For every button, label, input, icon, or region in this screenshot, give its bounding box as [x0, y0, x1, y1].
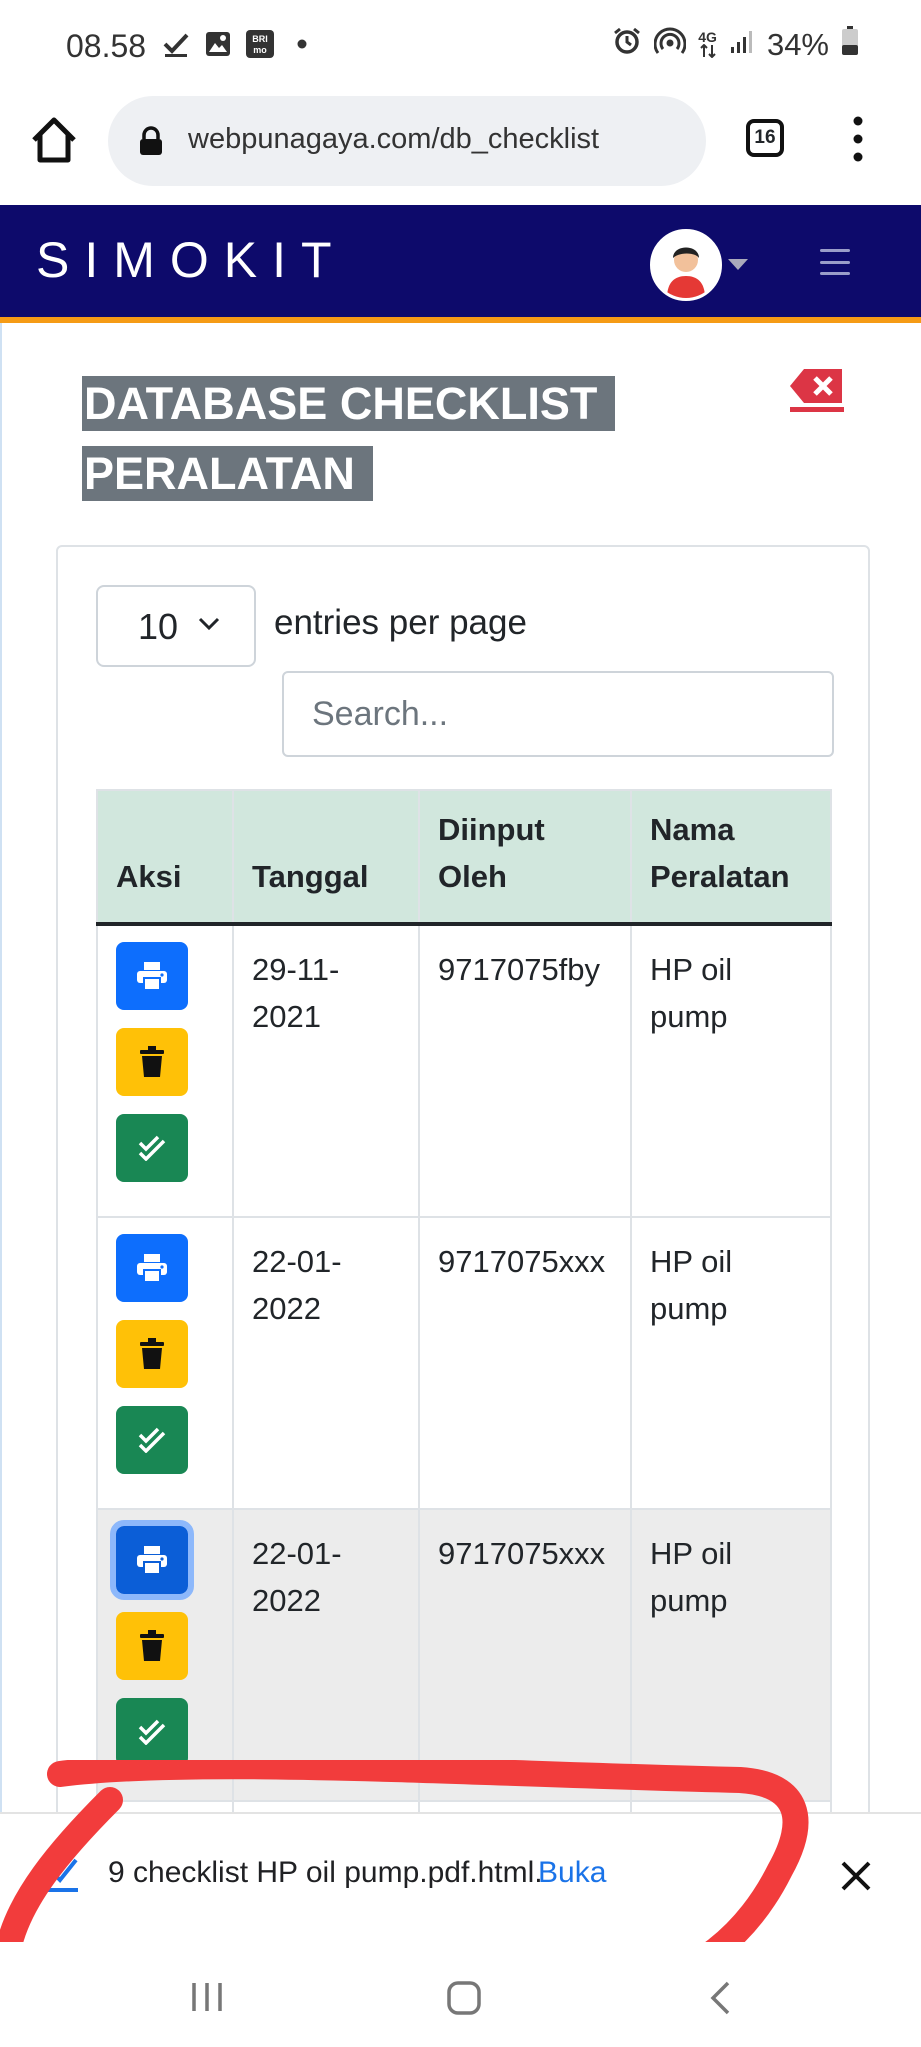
delete-button[interactable]	[116, 1320, 188, 1388]
image-icon	[204, 30, 232, 58]
table-card: 10 entries per page Aksi Tanggal Diinput…	[56, 545, 870, 1845]
hamburger-menu-icon[interactable]	[820, 249, 850, 275]
svg-text:BRI: BRI	[252, 34, 268, 44]
delete-button[interactable]	[116, 1612, 188, 1680]
action-cell	[96, 1216, 234, 1510]
column-header-aksi[interactable]: Aksi	[96, 789, 234, 926]
svg-text:mo: mo	[253, 45, 267, 55]
cell-diinput-oleh: 9717075fby	[418, 923, 632, 1218]
table-header-row: Aksi Tanggal Diinput Oleh Nama Peralatan	[96, 789, 832, 926]
avatar[interactable]	[650, 229, 722, 301]
network-type: 4G	[698, 29, 717, 45]
cell-diinput-oleh: 9717075xxx	[418, 1508, 632, 1802]
lock-icon	[138, 126, 164, 156]
cell-tanggal: 22-01-2022	[232, 1216, 420, 1510]
cell-nama-peralatan: HP oil pump	[630, 1216, 832, 1510]
column-header-nama-peralatan[interactable]: Nama Peralatan	[630, 789, 832, 926]
app-navbar: SIMOKIT	[0, 205, 921, 323]
print-button[interactable]	[116, 942, 188, 1010]
address-bar[interactable]: webpunagaya.com/db_checklist	[108, 96, 706, 186]
action-cell	[96, 923, 234, 1218]
backspace-icon[interactable]	[788, 367, 846, 413]
cell-tanggal: 29-11-2021	[232, 923, 420, 1218]
search-input[interactable]	[282, 671, 834, 757]
print-button[interactable]	[116, 1234, 188, 1302]
delete-button[interactable]	[116, 1028, 188, 1096]
brimo-icon: BRI mo	[246, 30, 274, 58]
page-title-line1: DATABASE CHECKLIST	[82, 376, 616, 431]
double-check-icon	[138, 1135, 166, 1161]
table-row: 22-01-2022 9717075xxx HP oil pump	[96, 1508, 832, 1802]
notification-icons: BRI mo	[162, 30, 316, 58]
print-icon	[137, 962, 167, 991]
verify-button[interactable]	[116, 1114, 188, 1182]
entries-label: entries per page	[274, 603, 527, 642]
tab-switcher-button[interactable]: 16	[746, 119, 784, 157]
table-row: 29-11-2021 9717075fby HP oil pump	[96, 923, 832, 1218]
trash-icon	[140, 1630, 164, 1661]
column-header-tanggal[interactable]: Tanggal	[232, 789, 420, 926]
close-icon[interactable]	[840, 1860, 872, 1892]
battery-icon	[841, 26, 859, 64]
open-download-link[interactable]: Buka	[538, 1856, 606, 1890]
check-icon	[162, 30, 190, 58]
more-menu-icon[interactable]	[848, 116, 868, 162]
recent-apps-icon[interactable]	[190, 1980, 224, 2014]
chevron-down-icon[interactable]	[728, 259, 748, 270]
cell-tanggal: 22-01-2022	[232, 1508, 420, 1802]
cell-nama-peralatan: HP oil pump	[630, 923, 832, 1218]
chevron-down-icon	[198, 617, 220, 631]
dot-icon	[288, 30, 316, 58]
verify-button[interactable]	[116, 1406, 188, 1474]
print-icon	[137, 1254, 167, 1283]
column-header-diinput-oleh[interactable]: Diinput Oleh	[418, 789, 632, 926]
home-nav-icon[interactable]	[446, 1980, 482, 2016]
print-icon	[137, 1546, 167, 1575]
browser-toolbar: webpunagaya.com/db_checklist 16	[0, 92, 921, 204]
status-right: 4G 34%	[612, 26, 859, 64]
cell-nama-peralatan: HP oil pump	[630, 1508, 832, 1802]
alarm-icon	[612, 26, 642, 64]
4g-icon: 4G	[698, 30, 717, 60]
download-icon	[46, 1854, 80, 1894]
main-content: DATABASE CHECKLIST PERALATAN 10 entries …	[0, 323, 921, 1845]
system-nav-bar	[0, 1942, 921, 2047]
trash-icon	[140, 1338, 164, 1369]
back-icon[interactable]	[708, 1980, 732, 2016]
status-time: 08.58	[66, 28, 147, 64]
download-filename: 9 checklist HP oil pump.pdf.html.	[108, 1856, 543, 1889]
page-title-line2: PERALATAN	[82, 446, 373, 501]
checklist-table: Aksi Tanggal Diinput Oleh Nama Peralatan	[96, 789, 832, 1843]
brand-logo[interactable]: SIMOKIT	[36, 231, 347, 289]
battery-percent: 34%	[766, 27, 829, 62]
print-button[interactable]	[110, 1520, 194, 1600]
home-icon[interactable]	[28, 114, 80, 166]
status-bar: 08.58 BRI mo 4G 34%	[0, 0, 921, 92]
verify-button[interactable]	[116, 1698, 188, 1766]
double-check-icon	[138, 1719, 166, 1745]
action-cell	[96, 1508, 234, 1802]
signal-icon	[729, 27, 755, 63]
download-bar: 9 checklist HP oil pump.pdf.html. Buka	[0, 1812, 921, 1942]
url-text: webpunagaya.com/db_checklist	[188, 123, 600, 155]
cell-diinput-oleh: 9717075xxx	[418, 1216, 632, 1510]
hotspot-icon	[653, 26, 687, 64]
table-row: 22-01-2022 9717075xxx HP oil pump	[96, 1216, 832, 1510]
entries-value: 10	[138, 606, 179, 647]
trash-icon	[140, 1046, 164, 1077]
double-check-icon	[138, 1427, 166, 1453]
entries-per-page-select[interactable]: 10	[96, 585, 256, 667]
page-title: DATABASE CHECKLIST PERALATAN	[82, 369, 642, 509]
